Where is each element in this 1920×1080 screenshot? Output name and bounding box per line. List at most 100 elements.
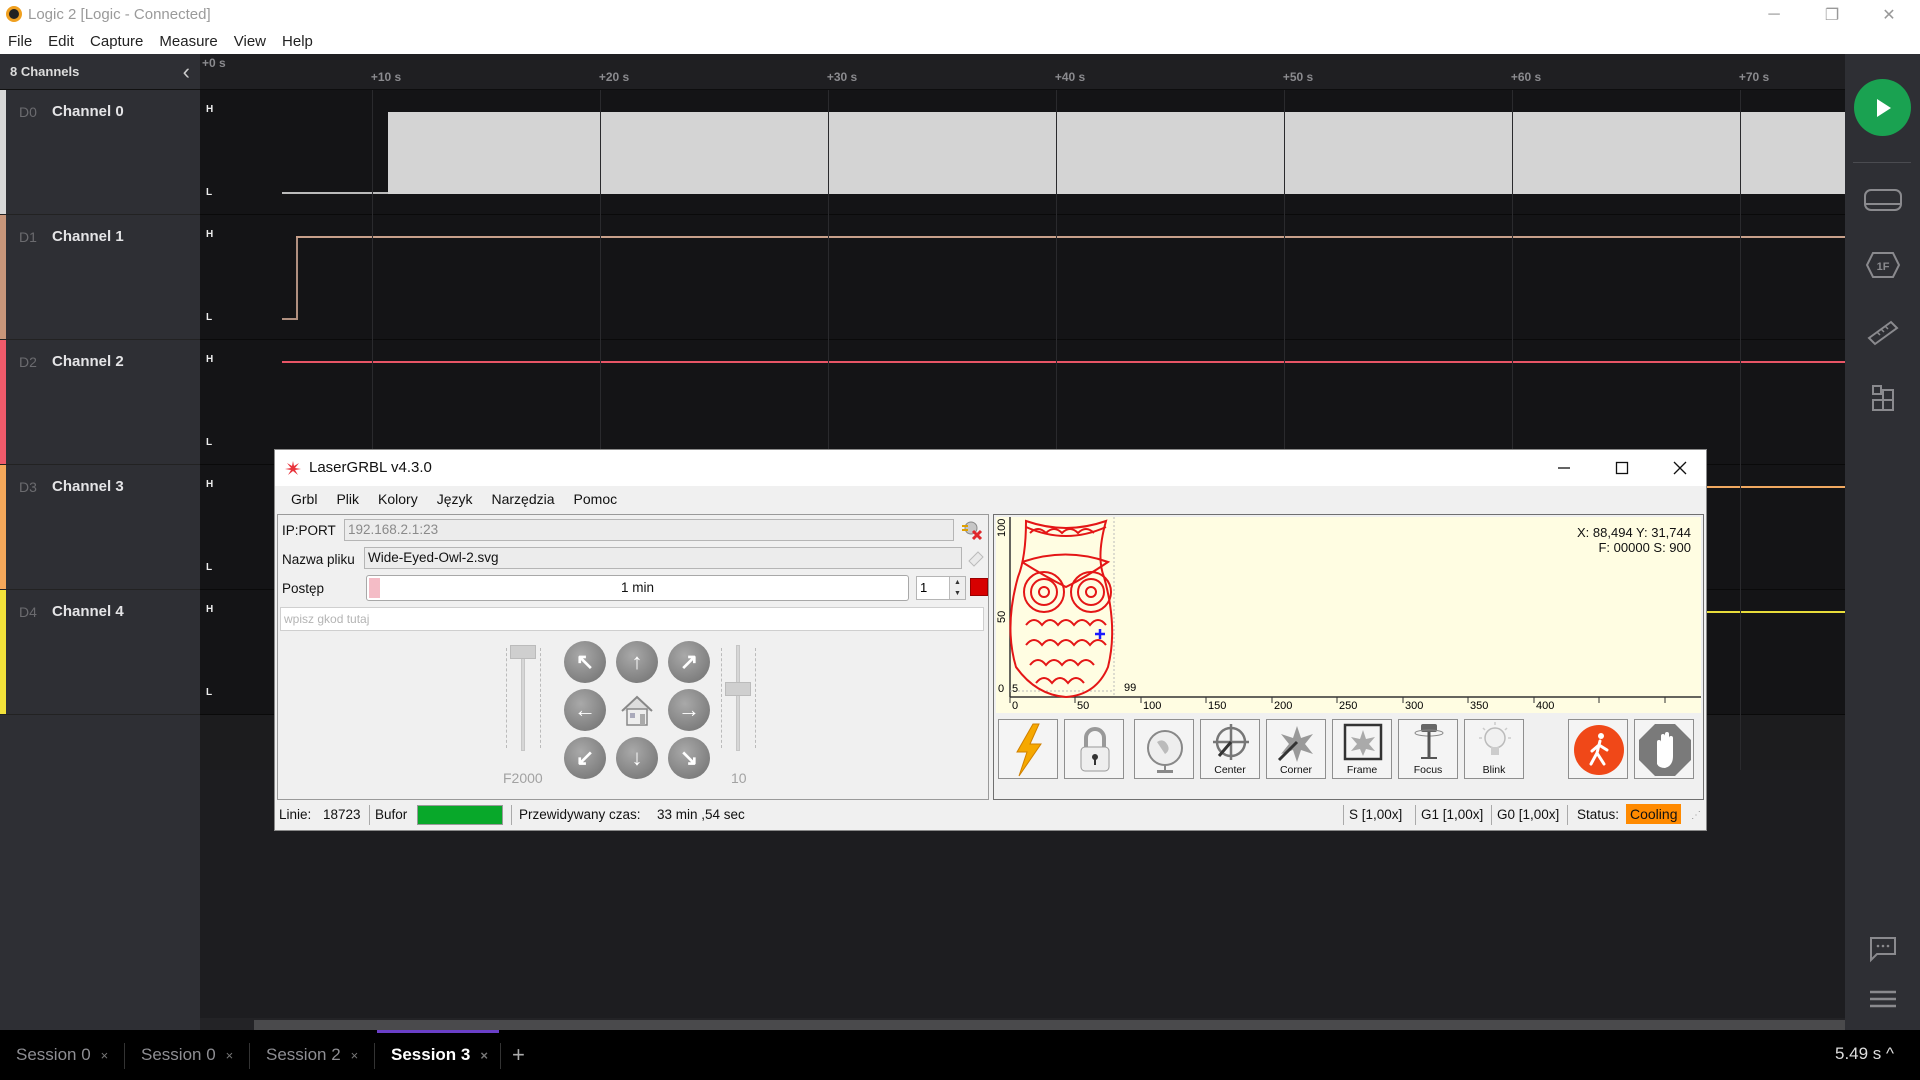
jog-down-button[interactable]: ↓ bbox=[616, 737, 658, 779]
eta-label: Przewidywany czas: bbox=[519, 807, 641, 822]
session-tab[interactable]: Session 0 × bbox=[141, 1030, 233, 1080]
lasergrbl-close-button[interactable] bbox=[1651, 450, 1709, 486]
channel-row-d3[interactable]: D3 Channel 3 bbox=[0, 465, 200, 590]
lg-menu-plik[interactable]: Plik bbox=[336, 486, 359, 512]
lg-menu-pomoc[interactable]: Pomoc bbox=[574, 486, 618, 512]
frame-button[interactable]: Frame bbox=[1332, 719, 1392, 779]
channel-name[interactable]: Channel 3 bbox=[52, 478, 124, 495]
step-slider-thumb[interactable] bbox=[725, 681, 751, 696]
goto-position-button[interactable] bbox=[1134, 719, 1194, 779]
lasergrbl-minimize-button[interactable] bbox=[1535, 450, 1593, 486]
jog-right-button[interactable]: → bbox=[668, 689, 710, 731]
horizontal-scrollbar[interactable] bbox=[200, 1018, 1845, 1030]
jog-up-right-button[interactable]: ↗ bbox=[668, 641, 710, 683]
home-icon bbox=[621, 695, 653, 726]
session-tab[interactable]: Session 0 × bbox=[16, 1030, 108, 1080]
unlock-button[interactable] bbox=[1064, 719, 1124, 779]
lg-menu-narzedzia[interactable]: Narzędzia bbox=[492, 486, 555, 512]
corner-button[interactable]: Corner bbox=[1266, 719, 1326, 779]
lg-menu-jezyk[interactable]: Język bbox=[437, 486, 473, 512]
blink-button[interactable]: Blink bbox=[1464, 719, 1524, 779]
speed-slider-track[interactable] bbox=[521, 645, 525, 751]
open-file-icon[interactable] bbox=[966, 549, 986, 569]
resume-button[interactable] bbox=[1568, 719, 1628, 779]
position-readout: X: 88,494 Y: 31,744 bbox=[1577, 525, 1691, 540]
start-capture-button[interactable] bbox=[1854, 79, 1911, 136]
gcode-input[interactable]: wpisz gkod tutaj bbox=[280, 607, 984, 631]
close-tab-icon[interactable]: × bbox=[101, 1048, 109, 1063]
signal-row-d2[interactable]: H L bbox=[200, 340, 1845, 465]
lg-menu-kolory[interactable]: Kolory bbox=[378, 486, 418, 512]
signal-row-d1[interactable]: H L bbox=[200, 215, 1845, 340]
channel-row-d2[interactable]: D2 Channel 2 bbox=[0, 340, 200, 465]
g1-override[interactable]: G1 [1,00x] bbox=[1421, 807, 1483, 822]
channel-sidebar: 8 Channels ‹ D0 Channel 0 D1 Channel 1 D… bbox=[0, 54, 200, 1030]
ip-port-input[interactable]: 192.168.2.1:23 bbox=[344, 519, 954, 541]
menu-help[interactable]: Help bbox=[282, 30, 313, 54]
close-tab-icon[interactable]: × bbox=[351, 1048, 359, 1063]
session-tab-active[interactable]: Session 3 × bbox=[391, 1030, 488, 1080]
menu-bar: File Edit Capture Measure View Help bbox=[0, 30, 1920, 54]
arrow-up-icon: ↑ bbox=[631, 649, 643, 674]
file-name-input[interactable]: Wide-Eyed-Owl-2.svg bbox=[364, 547, 962, 569]
minimize-button[interactable]: ─ bbox=[1745, 0, 1803, 30]
menu-capture[interactable]: Capture bbox=[90, 30, 143, 54]
chat-icon[interactable] bbox=[1863, 934, 1903, 964]
close-button[interactable]: ✕ bbox=[1860, 0, 1918, 30]
menu-view[interactable]: View bbox=[234, 30, 266, 54]
measure-ruler-icon[interactable] bbox=[1863, 316, 1903, 346]
channel-row-d0[interactable]: D0 Channel 0 bbox=[0, 90, 200, 215]
job-preview-canvas[interactable]: 100 50 0 5 99 X: 88,494 Y: 31,744 F: 000… bbox=[996, 517, 1701, 713]
tab-divider bbox=[500, 1043, 501, 1069]
jog-left-button[interactable]: ← bbox=[564, 689, 606, 731]
file-name-label: Nazwa pliku bbox=[282, 552, 355, 567]
extensions-icon[interactable] bbox=[1863, 384, 1903, 414]
collapse-sidebar-icon[interactable]: ‹ bbox=[183, 59, 190, 85]
jog-up-button[interactable]: ↑ bbox=[616, 641, 658, 683]
home-button[interactable] bbox=[616, 689, 658, 731]
session-tab[interactable]: Session 2 × bbox=[266, 1030, 358, 1080]
channel-name[interactable]: Channel 1 bbox=[52, 228, 124, 245]
stop-button[interactable] bbox=[1634, 719, 1694, 779]
time-ruler[interactable]: +0 s +10 s +20 s +30 s +40 s +50 s +60 s… bbox=[200, 54, 1845, 90]
s-override[interactable]: S [1,00x] bbox=[1349, 807, 1402, 822]
abort-job-button[interactable] bbox=[970, 578, 988, 596]
channel-name[interactable]: Channel 0 bbox=[52, 103, 124, 120]
channel-row-d4[interactable]: D4 Channel 4 bbox=[0, 590, 200, 715]
high-label: H bbox=[206, 104, 214, 115]
time-readout[interactable]: 5.49 s ^ bbox=[1835, 1044, 1894, 1064]
close-tab-icon[interactable]: × bbox=[480, 1048, 488, 1063]
channel-name[interactable]: Channel 2 bbox=[52, 353, 124, 370]
restore-button[interactable]: ❐ bbox=[1803, 0, 1861, 30]
analyzers-icon[interactable] bbox=[1863, 185, 1903, 215]
status-divider bbox=[1567, 805, 1568, 825]
lg-menu-grbl[interactable]: Grbl bbox=[291, 486, 317, 512]
right-toolbar: 1F bbox=[1845, 54, 1920, 1030]
one-frame-icon[interactable]: 1F bbox=[1863, 250, 1903, 280]
jog-up-left-button[interactable]: ↖ bbox=[564, 641, 606, 683]
signal-row-d0[interactable]: H L bbox=[200, 90, 1845, 215]
focus-button[interactable]: Focus bbox=[1398, 719, 1458, 779]
center-button[interactable]: Center bbox=[1200, 719, 1260, 779]
copies-spinner[interactable]: 1 ▲ ▼ bbox=[916, 576, 966, 600]
channel-name[interactable]: Channel 4 bbox=[52, 603, 124, 620]
x-tick-label: 250 bbox=[1339, 700, 1358, 712]
reset-button[interactable] bbox=[998, 719, 1058, 779]
g0-override[interactable]: G0 [1,00x] bbox=[1497, 807, 1559, 822]
spinner-arrows[interactable]: ▲ ▼ bbox=[949, 577, 965, 599]
channel-row-d1[interactable]: D1 Channel 1 bbox=[0, 215, 200, 340]
scrollbar-thumb[interactable] bbox=[254, 1020, 1845, 1030]
speed-slider-thumb[interactable] bbox=[510, 645, 536, 659]
disconnect-icon[interactable] bbox=[960, 519, 984, 541]
close-tab-icon[interactable]: × bbox=[226, 1048, 234, 1063]
jog-down-left-button[interactable]: ↙ bbox=[564, 737, 606, 779]
lasergrbl-maximize-button[interactable] bbox=[1593, 450, 1651, 486]
resize-grip-icon[interactable]: ⋰ bbox=[1691, 810, 1701, 821]
menu-edit[interactable]: Edit bbox=[48, 30, 74, 54]
menu-file[interactable]: File bbox=[8, 30, 32, 54]
menu-icon[interactable] bbox=[1863, 984, 1903, 1014]
step-slider-track[interactable] bbox=[736, 645, 740, 751]
menu-measure[interactable]: Measure bbox=[159, 30, 217, 54]
jog-down-right-button[interactable]: ↘ bbox=[668, 737, 710, 779]
add-session-button[interactable]: + bbox=[512, 1030, 525, 1080]
